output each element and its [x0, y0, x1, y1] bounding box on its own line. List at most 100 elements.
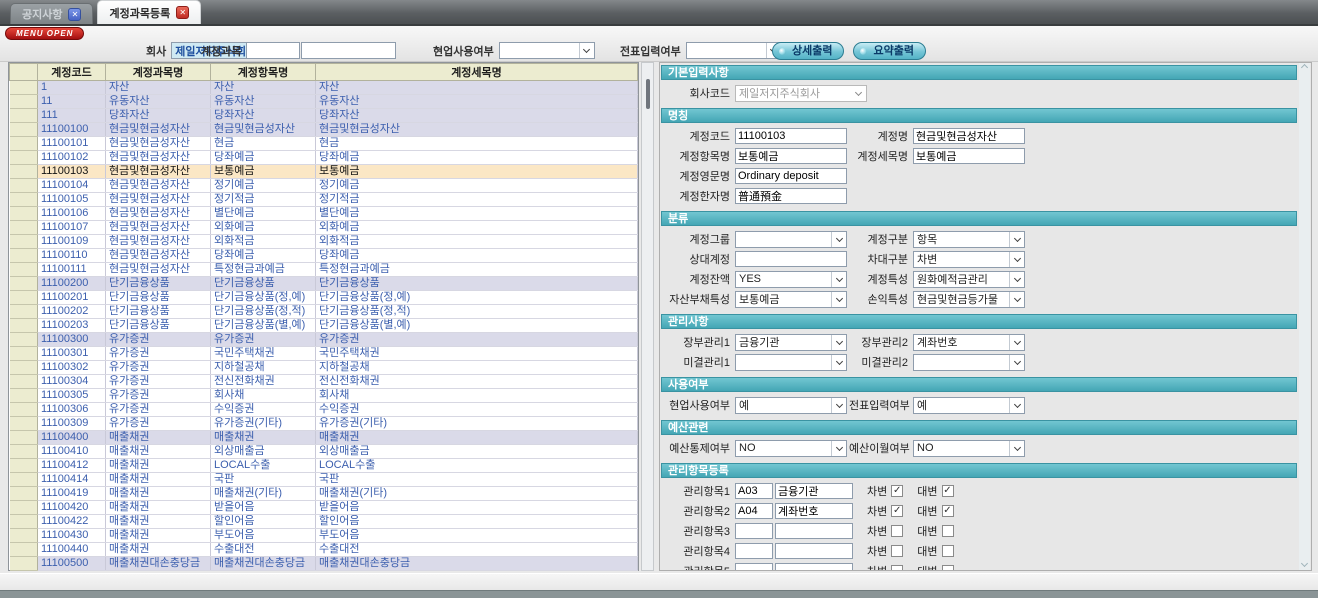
- row-selector[interactable]: [10, 529, 38, 543]
- field-use-yn-select[interactable]: 예: [735, 397, 847, 414]
- mgmt-item-1-name-input[interactable]: [775, 483, 853, 499]
- account-name-input[interactable]: [913, 128, 1025, 144]
- row-selector[interactable]: [10, 319, 38, 333]
- account-code-input[interactable]: [735, 128, 847, 144]
- table-row[interactable]: 11100422매출채권할인어음할인어음: [10, 515, 638, 529]
- account-english-name-input[interactable]: [735, 168, 847, 184]
- row-selector[interactable]: [10, 291, 38, 305]
- row-selector[interactable]: [10, 123, 38, 137]
- mgmt-item-4-name-input[interactable]: [775, 543, 853, 559]
- mgmt-item-2-code-input[interactable]: [735, 503, 773, 519]
- table-row[interactable]: 11100302유가증권지하철공채지하철공채: [10, 361, 638, 375]
- mgmt-item-1-code-input[interactable]: [735, 483, 773, 499]
- table-row[interactable]: 11100110현금및현금성자산당좌예금당좌예금: [10, 249, 638, 263]
- book-mgmt-1-select[interactable]: 금융기관: [735, 334, 847, 351]
- row-selector[interactable]: [10, 179, 38, 193]
- row-selector[interactable]: [10, 277, 38, 291]
- table-row[interactable]: 11100301유가증권국민주택채권국민주택채권: [10, 347, 638, 361]
- table-row[interactable]: 11100306유가증권수익증권수익증권: [10, 403, 638, 417]
- tab-close-icon[interactable]: ✕: [176, 6, 189, 19]
- table-row[interactable]: 11100105현금및현금성자산정기적금정기적금: [10, 193, 638, 207]
- row-selector[interactable]: [10, 207, 38, 221]
- table-row[interactable]: 11100106현금및현금성자산별단예금별단예금: [10, 207, 638, 221]
- row-selector[interactable]: [10, 263, 38, 277]
- table-row[interactable]: 11100412매출채권LOCAL수출LOCAL수출: [10, 459, 638, 473]
- slip-entry-filter-select[interactable]: [686, 42, 782, 59]
- tab-close-icon[interactable]: ✕: [68, 8, 81, 21]
- table-row[interactable]: 1자산자산자산: [10, 81, 638, 95]
- field-use-filter-select[interactable]: [499, 42, 595, 59]
- row-selector[interactable]: [10, 333, 38, 347]
- mgmt-item-4-debit-checkbox[interactable]: [891, 545, 903, 557]
- mgmt-item-2-debit-checkbox[interactable]: ✓: [891, 505, 903, 517]
- row-selector[interactable]: [10, 501, 38, 515]
- row-selector[interactable]: [10, 235, 38, 249]
- table-row[interactable]: 11100104현금및현금성자산정기예금정기예금: [10, 179, 638, 193]
- slip-entry-yn-select[interactable]: 예: [913, 397, 1025, 414]
- detail-print-button[interactable]: 상세출력: [772, 42, 844, 60]
- account-name-search-input[interactable]: [301, 42, 396, 59]
- row-selector[interactable]: [10, 165, 38, 179]
- table-row[interactable]: 11100304유가증권전신전화채권전신전화채권: [10, 375, 638, 389]
- row-selector[interactable]: [10, 249, 38, 263]
- account-hanja-name-input[interactable]: [735, 188, 847, 204]
- account-code-search-input[interactable]: [246, 42, 300, 59]
- row-selector[interactable]: [10, 473, 38, 487]
- table-row[interactable]: 11100400매출채권매출채권매출채권: [10, 431, 638, 445]
- asset-liability-attribute-select[interactable]: 보통예금: [735, 291, 847, 308]
- table-row[interactable]: 11100430매출채권부도어음부도어음: [10, 529, 638, 543]
- table-row[interactable]: 11100101현금및현금성자산현금현금: [10, 137, 638, 151]
- summary-print-button[interactable]: 요약출력: [853, 42, 925, 60]
- row-selector[interactable]: [10, 151, 38, 165]
- mgmt-item-5-name-input[interactable]: [775, 563, 853, 571]
- table-row[interactable]: 11100410매출채권외상매출금외상매출금: [10, 445, 638, 459]
- mgmt-item-2-credit-checkbox[interactable]: ✓: [942, 505, 954, 517]
- row-selector[interactable]: [10, 305, 38, 319]
- table-row[interactable]: 11100203단기금융상품단기금융상품(별,예)단기금융상품(별,예): [10, 319, 638, 333]
- mgmt-item-4-code-input[interactable]: [735, 543, 773, 559]
- table-row[interactable]: 11100440매출채권수출대전수출대전: [10, 543, 638, 557]
- account-detail-name-input[interactable]: [913, 148, 1025, 164]
- row-selector[interactable]: [10, 431, 38, 445]
- table-row[interactable]: 111당좌자산당좌자산당좌자산: [10, 109, 638, 123]
- account-item-name-input[interactable]: [735, 148, 847, 164]
- tab-notice[interactable]: 공지사항 ✕: [10, 3, 93, 24]
- scrollbar-thumb[interactable]: [646, 79, 650, 109]
- mgmt-item-3-name-input[interactable]: [775, 523, 853, 539]
- row-selector[interactable]: [10, 81, 38, 95]
- account-balance-select[interactable]: YES: [735, 271, 847, 288]
- row-selector[interactable]: [10, 221, 38, 235]
- book-mgmt-2-select[interactable]: 계좌번호: [913, 334, 1025, 351]
- table-row[interactable]: 11100202단기금융상품단기금융상품(정,적)단기금융상품(정,적): [10, 305, 638, 319]
- table-row[interactable]: 11100305유가증권회사채회사채: [10, 389, 638, 403]
- debit-credit-class-select[interactable]: 차변: [913, 251, 1025, 268]
- row-selector[interactable]: [10, 487, 38, 501]
- menu-open-button[interactable]: MENU OPEN: [5, 27, 84, 40]
- mgmt-item-3-debit-checkbox[interactable]: [891, 525, 903, 537]
- row-selector[interactable]: [10, 403, 38, 417]
- row-selector[interactable]: [10, 361, 38, 375]
- table-row[interactable]: 11100100현금및현금성자산현금및현금성자산현금및현금성자산: [10, 123, 638, 137]
- table-row[interactable]: 11100300유가증권유가증권유가증권: [10, 333, 638, 347]
- budget-carryover-yn-select[interactable]: NO: [913, 440, 1025, 457]
- mgmt-item-2-name-input[interactable]: [775, 503, 853, 519]
- mgmt-item-4-credit-checkbox[interactable]: [942, 545, 954, 557]
- table-row[interactable]: 11100102현금및현금성자산당좌예금당좌예금: [10, 151, 638, 165]
- counter-account-input[interactable]: [735, 251, 847, 267]
- table-row[interactable]: 11100420매출채권받을어음받을어음: [10, 501, 638, 515]
- table-row[interactable]: 11100309유가증권유가증권(기타)유가증권(기타): [10, 417, 638, 431]
- row-selector[interactable]: [10, 459, 38, 473]
- table-row[interactable]: 11유동자산유동자산유동자산: [10, 95, 638, 109]
- row-selector[interactable]: [10, 445, 38, 459]
- row-selector[interactable]: [10, 137, 38, 151]
- tab-account-registration[interactable]: 계정과목등록 ✕: [97, 0, 201, 24]
- row-selector[interactable]: [10, 557, 38, 571]
- mgmt-item-5-code-input[interactable]: [735, 563, 773, 571]
- row-selector[interactable]: [10, 515, 38, 529]
- row-selector[interactable]: [10, 543, 38, 557]
- row-selector[interactable]: [10, 193, 38, 207]
- table-row[interactable]: 11100419매출채권매출채권(기타)매출채권(기타): [10, 487, 638, 501]
- row-selector[interactable]: [10, 417, 38, 431]
- budget-control-yn-select[interactable]: NO: [735, 440, 847, 457]
- row-selector[interactable]: [10, 375, 38, 389]
